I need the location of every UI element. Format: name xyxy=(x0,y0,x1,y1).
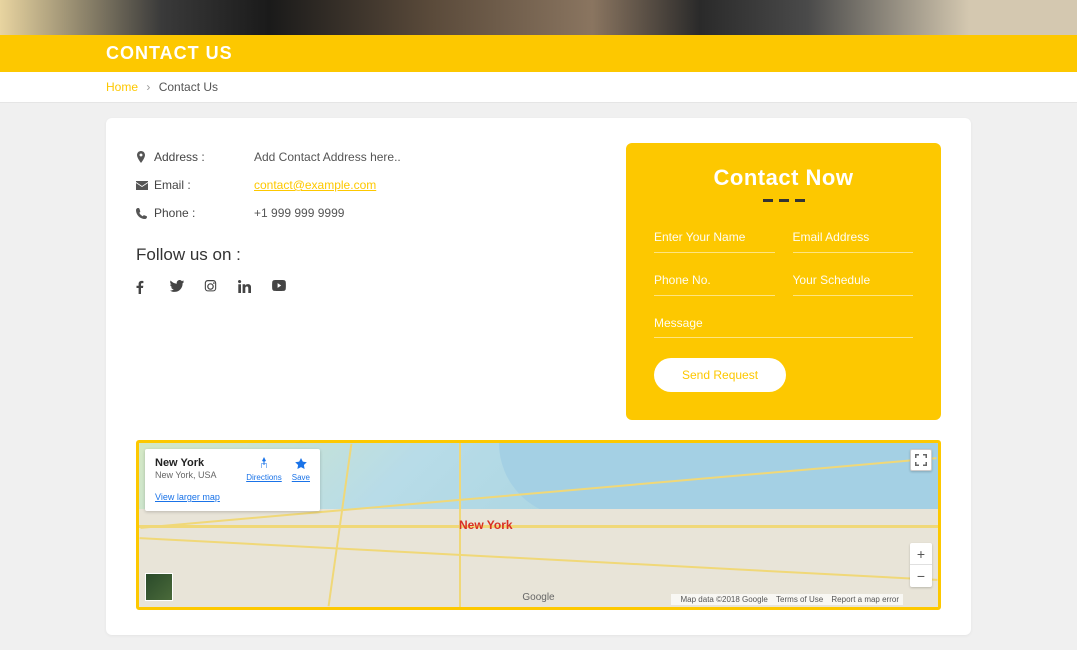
phone-value: +1 999 999 9999 xyxy=(254,206,344,220)
email-row: Email : contact@example.com xyxy=(136,171,596,199)
map-save-button[interactable]: Save xyxy=(292,457,310,482)
main-content-card: Address : Add Contact Address here.. Ema… xyxy=(106,118,971,635)
youtube-icon[interactable] xyxy=(272,280,286,294)
page-title: CONTACT US xyxy=(106,43,971,64)
breadcrumb: Home › Contact Us xyxy=(106,80,971,94)
follow-us-title: Follow us on : xyxy=(136,245,596,265)
map-attribution: Map data ©2018 Google Terms of Use Repor… xyxy=(671,594,903,605)
map-location-subtitle: New York, USA xyxy=(155,470,217,480)
title-bar: CONTACT US xyxy=(0,35,1077,72)
map-embed[interactable]: New York New York, USA Directions Save V… xyxy=(136,440,941,610)
address-value: Add Contact Address here.. xyxy=(254,150,401,164)
twitter-icon[interactable] xyxy=(170,280,184,294)
map-google-logo: Google xyxy=(522,592,554,603)
phone-icon xyxy=(136,208,154,219)
linkedin-icon[interactable] xyxy=(238,280,252,294)
map-view-larger-link[interactable]: View larger map xyxy=(155,492,220,502)
breadcrumb-separator: › xyxy=(146,80,150,94)
email-label: Email : xyxy=(154,178,254,192)
map-zoom-controls: + − xyxy=(910,543,932,587)
name-input[interactable] xyxy=(654,222,775,253)
address-label: Address : xyxy=(154,150,254,164)
social-icons-row xyxy=(136,280,596,294)
facebook-icon[interactable] xyxy=(136,280,150,294)
envelope-icon xyxy=(136,181,154,190)
map-location-title: New York xyxy=(155,457,217,469)
phone-row: Phone : +1 999 999 9999 xyxy=(136,199,596,227)
schedule-input[interactable] xyxy=(793,265,914,296)
map-zoom-in-button[interactable]: + xyxy=(910,543,932,565)
phone-label: Phone : xyxy=(154,206,254,220)
map-terms-link[interactable]: Terms of Use xyxy=(776,595,823,604)
map-zoom-out-button[interactable]: − xyxy=(910,565,932,587)
send-request-button[interactable]: Send Request xyxy=(654,358,786,392)
form-title: Contact Now xyxy=(654,165,913,191)
form-title-decoration xyxy=(654,199,913,202)
email-input[interactable] xyxy=(793,222,914,253)
map-report-link[interactable]: Report a map error xyxy=(831,595,899,604)
breadcrumb-home-link[interactable]: Home xyxy=(106,80,138,94)
address-row: Address : Add Contact Address here.. xyxy=(136,143,596,171)
contact-info-column: Address : Add Contact Address here.. Ema… xyxy=(136,143,596,420)
map-marker-label: New York xyxy=(459,518,513,532)
map-fullscreen-button[interactable] xyxy=(910,449,932,471)
contact-form-card: Contact Now Send Request xyxy=(626,143,941,420)
message-textarea[interactable] xyxy=(654,308,913,338)
map-data-attrib: Map data ©2018 Google xyxy=(681,595,768,604)
hero-image-strip xyxy=(0,0,1077,35)
map-info-card: New York New York, USA Directions Save V… xyxy=(145,449,320,511)
email-link[interactable]: contact@example.com xyxy=(254,178,376,192)
instagram-icon[interactable] xyxy=(204,280,218,294)
map-satellite-toggle[interactable] xyxy=(145,573,173,601)
phone-input[interactable] xyxy=(654,265,775,296)
map-directions-button[interactable]: Directions xyxy=(246,457,282,482)
breadcrumb-current: Contact Us xyxy=(159,80,218,94)
breadcrumb-bar: Home › Contact Us xyxy=(0,72,1077,103)
map-pin-icon xyxy=(136,151,154,163)
